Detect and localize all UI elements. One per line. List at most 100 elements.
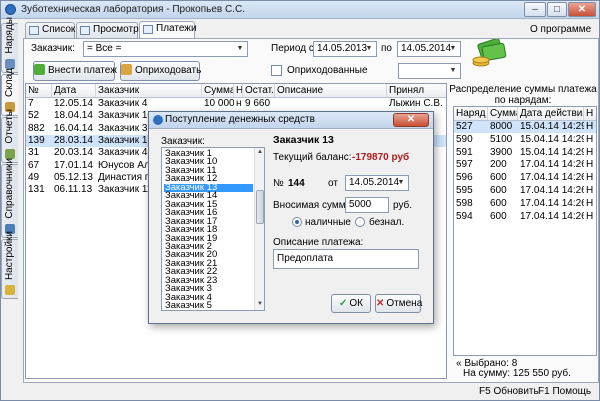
- payment-dialog: Поступление денежных средств ✕ Заказчик:…: [148, 111, 434, 324]
- table-cell: 06.11.13: [54, 184, 93, 196]
- payments-icon: [143, 25, 153, 34]
- table-cell: 200: [490, 159, 507, 171]
- post-button[interactable]: Оприходовать: [120, 61, 202, 81]
- close-button[interactable]: ✕: [568, 2, 596, 17]
- table-cell: 15.04.14 14:29: [520, 133, 584, 145]
- table-cell: 3900: [490, 146, 513, 158]
- customer-select[interactable]: = Все = ▼: [83, 41, 248, 57]
- dialog-customer-label: Заказчик:: [161, 136, 205, 147]
- vtab-label: Отчеты: [4, 109, 15, 144]
- post-label: Оприходовать: [135, 65, 202, 76]
- app-icon: [153, 115, 163, 125]
- selected-customer-name: Заказчик 13: [273, 134, 334, 146]
- table-row[interactable]: 594 600 17.04.14 14:26 Н: [454, 211, 596, 223]
- table-cell: 600: [490, 210, 507, 222]
- about-link[interactable]: О программе: [530, 24, 591, 35]
- table-row[interactable]: 7 12.05.14 Заказчик 4 10 000 н 9 660 Лыжин С.В…: [26, 98, 446, 110]
- list-icon: [29, 26, 39, 35]
- ok-label: ОК: [349, 298, 363, 309]
- tab-label: Просмотр: [93, 24, 139, 35]
- col-header[interactable]: Остат.: [243, 84, 275, 97]
- app-icon: [5, 4, 16, 15]
- table-row[interactable]: 596 600 17.04.14 14:26 Н: [454, 172, 596, 184]
- maximize-button[interactable]: □: [547, 2, 567, 17]
- col-header[interactable]: Дата действия: [518, 107, 584, 120]
- tab-view[interactable]: Просмотр: [76, 22, 139, 38]
- col-header[interactable]: Сумма: [488, 107, 518, 120]
- vtab-orders[interactable]: Наряды: [1, 17, 18, 73]
- vtab-label: Наряды: [4, 17, 15, 54]
- table-cell: 20.03.14: [54, 147, 93, 159]
- date-from-picker[interactable]: 14.05.2013 ▼: [313, 41, 377, 57]
- col-header[interactable]: Н: [584, 107, 596, 120]
- add-payment-button[interactable]: Внести платеж: [33, 61, 117, 81]
- cash-radio[interactable]: [292, 217, 302, 227]
- tab-list[interactable]: Список: [25, 22, 75, 38]
- refresh-hint[interactable]: F5 Обновить: [479, 386, 539, 397]
- table-cell: 600: [490, 185, 507, 196]
- col-header[interactable]: Принял: [387, 84, 446, 97]
- table-cell: 595: [456, 185, 473, 196]
- table-cell: Н: [586, 146, 594, 158]
- scroll-up-icon[interactable]: ▲: [256, 148, 264, 157]
- date-from-value: 14.05.2013: [317, 43, 368, 54]
- vtab-label: Склад: [4, 68, 15, 97]
- amount-input[interactable]: 5000: [345, 197, 389, 213]
- list-item[interactable]: Заказчик 5: [164, 301, 253, 310]
- period-to-label: по: [381, 43, 392, 54]
- posted-select[interactable]: ▼: [398, 63, 461, 79]
- money-icon: [472, 39, 507, 67]
- dialog-close-button[interactable]: ✕: [393, 113, 429, 127]
- table-cell: Н: [586, 197, 594, 209]
- table-row[interactable]: 597 200 17.04.14 14:26 Н: [454, 159, 596, 171]
- selected-total: На сумму: 125 550 руб.: [463, 368, 571, 379]
- table-row[interactable]: 595 600 17.04.14 14:26 Н: [454, 185, 596, 197]
- scroll-thumb[interactable]: [256, 190, 264, 224]
- description-input[interactable]: Предоплата: [273, 249, 419, 269]
- date-to-picker[interactable]: 14.05.2014 ▼: [397, 41, 461, 57]
- col-header[interactable]: №: [26, 84, 52, 97]
- payment-date-label: от: [328, 178, 338, 189]
- col-header[interactable]: Сумма: [202, 84, 234, 97]
- table-header: Наряд Сумма Дата действия Н: [454, 107, 596, 121]
- table-cell: 17.04.14 14:26: [520, 185, 584, 196]
- vtab-settings[interactable]: Настройки: [1, 231, 18, 299]
- customer-list-scrollbar[interactable]: ▲ ▼: [254, 148, 264, 310]
- payment-date-picker[interactable]: 14.05.2014 ▼: [345, 175, 409, 191]
- cancel-icon: ✕: [376, 298, 385, 309]
- balance-value: -179870 руб: [352, 152, 410, 163]
- help-hint[interactable]: F1 Помощь: [538, 386, 591, 397]
- table-cell: 49: [28, 171, 40, 183]
- table-row[interactable]: 598 600 17.04.14 14:26 Н: [454, 198, 596, 210]
- ok-button[interactable]: ✓ ОК: [331, 294, 371, 313]
- table-cell: 28.03.14: [54, 134, 93, 146]
- cancel-button[interactable]: ✕ Отмена: [375, 294, 422, 313]
- table-row[interactable]: 591 3900 15.04.14 14:29 Н: [454, 147, 596, 159]
- table-cell: 10 000: [204, 98, 234, 109]
- posted-checkbox[interactable]: [271, 65, 282, 76]
- table-cell: 527: [456, 121, 473, 132]
- vtab-directories[interactable]: Справочники: [1, 158, 18, 238]
- vtab-reports[interactable]: Отчеты: [1, 109, 18, 163]
- table-row[interactable]: 527 8000 15.04.14 14:29 Н: [454, 121, 596, 133]
- payment-no-value: 144: [288, 178, 305, 189]
- noncash-radio[interactable]: [355, 217, 365, 227]
- tab-payments[interactable]: Платежи: [139, 21, 197, 38]
- scroll-down-icon[interactable]: ▼: [256, 300, 264, 309]
- table-cell: 600: [490, 197, 507, 209]
- cash-label: наличные: [305, 217, 351, 228]
- table-header: № Дата Заказчик Сумма Н Остат. Описание …: [26, 84, 446, 98]
- col-header[interactable]: Дата: [52, 84, 96, 97]
- col-header[interactable]: Описание: [275, 84, 387, 97]
- table-cell: 18.04.14: [54, 110, 93, 122]
- table-cell: 7: [28, 98, 34, 109]
- table-cell: 16.04.14: [54, 122, 93, 134]
- col-header[interactable]: Наряд: [454, 107, 488, 120]
- minimize-button[interactable]: –: [524, 2, 546, 17]
- table-cell: 12.05.14: [54, 98, 93, 109]
- col-header[interactable]: Заказчик: [96, 84, 202, 97]
- table-row[interactable]: 590 5100 15.04.14 14:29 Н: [454, 134, 596, 146]
- customer-list[interactable]: Заказчик 1 Заказчик 10 Заказчик 11 Заказчик…: [161, 147, 265, 311]
- table-cell: 131: [28, 184, 45, 196]
- col-header[interactable]: Н: [234, 84, 243, 97]
